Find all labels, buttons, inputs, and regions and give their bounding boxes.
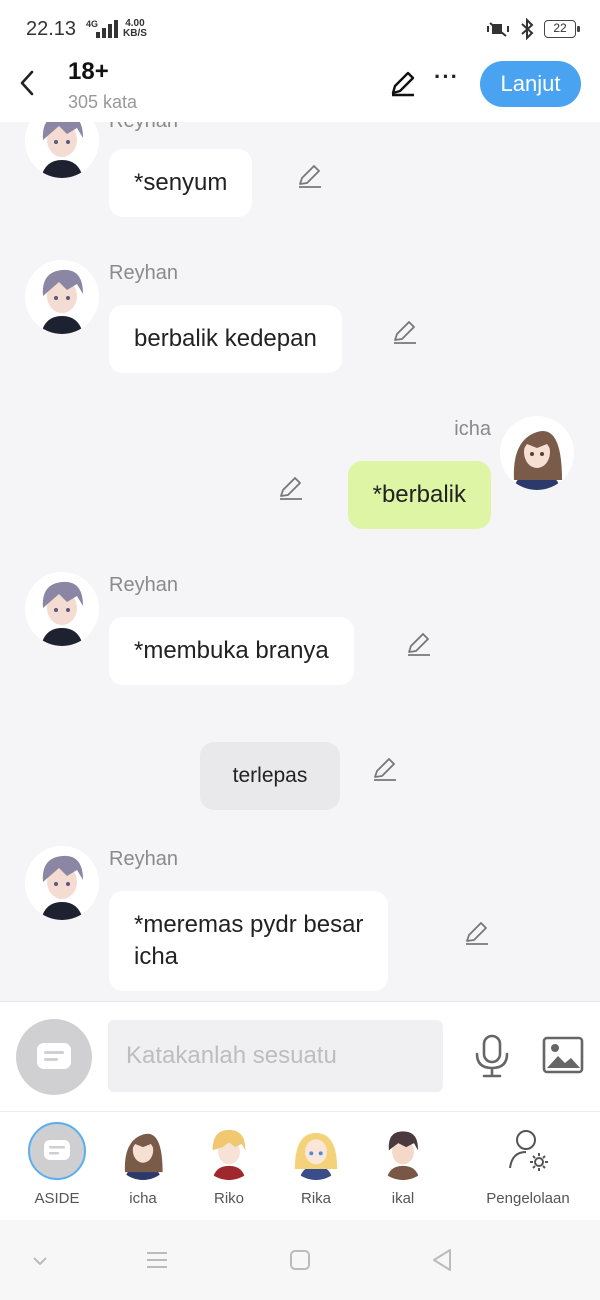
avatar-riko: [200, 1122, 258, 1180]
avatar-icha[interactable]: [500, 416, 574, 490]
character-ikal[interactable]: ikal: [363, 1122, 443, 1207]
story-title: 18+: [68, 58, 109, 85]
message-input[interactable]: [108, 1020, 443, 1092]
speed-unit: KB/S: [123, 28, 147, 39]
character-rika[interactable]: Rika: [276, 1122, 356, 1207]
sender-name: Reyhan: [109, 262, 178, 284]
next-button[interactable]: Lanjut: [480, 61, 581, 107]
battery-icon: 22: [544, 20, 580, 38]
aside-toggle-button[interactable]: [16, 1019, 92, 1095]
bluetooth-icon: [521, 18, 534, 40]
message-line: *meremas pydr besar: [134, 911, 364, 938]
microphone-icon[interactable]: [472, 1034, 512, 1078]
chat-area[interactable]: Reyhan *senyum Reyhan berbalik kedepan i…: [0, 122, 600, 1000]
character-aside[interactable]: ASIDE: [17, 1122, 97, 1207]
character-bar: ASIDE icha Riko Rika ikal Pengelolaan: [0, 1111, 600, 1220]
avatar-reyhan[interactable]: [25, 846, 99, 920]
avatar-rika: [287, 1122, 345, 1180]
manage-characters-button[interactable]: Pengelolaan: [477, 1122, 579, 1207]
message-bubble[interactable]: *membuka branya: [109, 617, 354, 685]
message-bubble[interactable]: *meremas pydr besar icha: [109, 891, 389, 991]
image-icon[interactable]: [542, 1036, 584, 1074]
input-bar: [0, 1001, 600, 1111]
nav-menu-icon[interactable]: [143, 1246, 171, 1274]
vibrate-mute-icon: [487, 22, 509, 37]
edit-message-icon[interactable]: [296, 162, 324, 190]
message-bubble-mine[interactable]: *berbalik: [347, 461, 491, 529]
character-label: ikal: [391, 1190, 415, 1207]
sender-name: Reyhan: [109, 574, 178, 596]
avatar-ikal: [374, 1122, 432, 1180]
user-settings-icon: [499, 1122, 557, 1180]
message-line: icha: [134, 943, 179, 970]
character-label: Rika: [300, 1190, 331, 1207]
chat-header: 18+ 305 kata ··· Lanjut: [0, 58, 600, 122]
system-nav-bar: [0, 1220, 600, 1300]
more-options-button[interactable]: ···: [434, 64, 459, 90]
sender-name: Reyhan: [109, 122, 178, 133]
signal-icon: [96, 20, 118, 38]
status-time: 22.13: [26, 18, 77, 40]
aside-bubble[interactable]: terlepas: [200, 742, 340, 810]
avatar-reyhan[interactable]: [25, 260, 99, 334]
edit-pencil-icon[interactable]: [388, 68, 418, 98]
character-icha[interactable]: icha: [103, 1122, 183, 1207]
sender-name: icha: [454, 418, 491, 440]
edit-message-icon[interactable]: [391, 318, 419, 346]
edit-message-icon[interactable]: [371, 755, 399, 783]
network-speed: 4.00 KB/S: [123, 19, 147, 39]
character-label: Pengelolaan: [486, 1190, 570, 1207]
avatar-reyhan[interactable]: [25, 572, 99, 646]
nav-back-icon[interactable]: [428, 1246, 456, 1274]
back-arrow-icon[interactable]: [16, 68, 40, 98]
character-label: ASIDE: [34, 1190, 80, 1207]
message-bubble[interactable]: berbalik kedepan: [109, 305, 342, 373]
character-riko[interactable]: Riko: [189, 1122, 269, 1207]
message-bubble[interactable]: *senyum: [109, 149, 253, 217]
edit-message-icon[interactable]: [463, 919, 491, 947]
edit-message-icon[interactable]: [277, 474, 305, 502]
sender-name: Reyhan: [109, 848, 178, 870]
character-label: Riko: [213, 1190, 244, 1207]
avatar-icha: [114, 1122, 172, 1180]
aside-icon: [28, 1122, 86, 1180]
nav-home-icon[interactable]: [286, 1246, 314, 1274]
edit-message-icon[interactable]: [405, 630, 433, 658]
avatar-reyhan[interactable]: [25, 122, 99, 178]
status-bar: 22.13 4G 4.00 KB/S 22: [0, 0, 600, 58]
character-label: icha: [129, 1190, 157, 1207]
nav-collapse-icon[interactable]: [26, 1246, 54, 1274]
word-count: 305 kata: [68, 92, 138, 112]
